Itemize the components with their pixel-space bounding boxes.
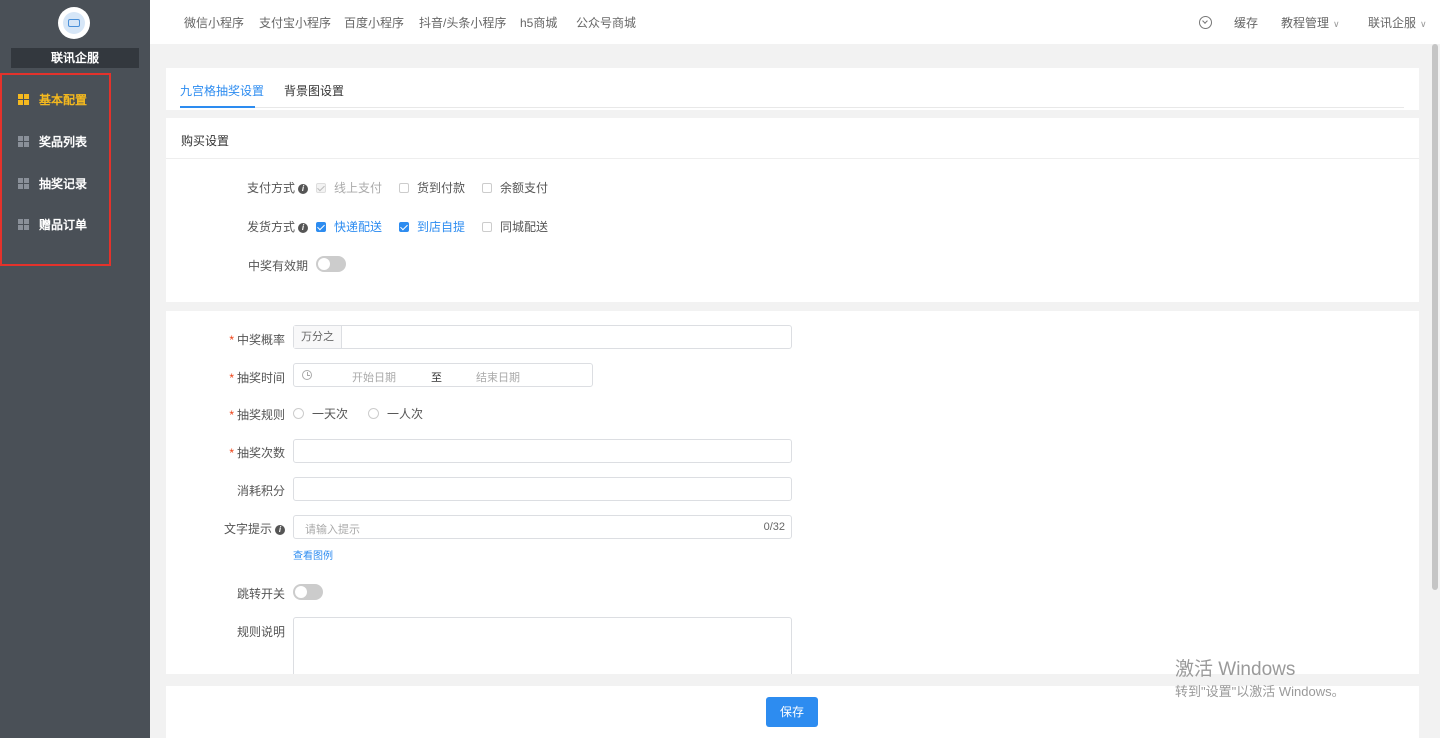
validity-label: 中奖有效期	[247, 259, 308, 273]
grid-icon	[18, 135, 29, 147]
checkbox-label: 线上支付	[334, 181, 383, 195]
hint-text: 文字提示	[223, 522, 272, 536]
nav-alipay-miniprogram[interactable]: 支付宝小程序	[259, 14, 331, 31]
sidebar-item-label: 抽奖记录	[39, 176, 88, 191]
payment-method-text: 支付方式	[246, 181, 295, 195]
grid-icon	[18, 218, 29, 230]
info-icon: i	[298, 183, 308, 194]
draw-times-label: * 抽奖次数	[229, 446, 285, 460]
tabs-card: 九宫格抽奖设置 背景图设置	[166, 68, 1419, 110]
draw-time-range-picker[interactable]: 开始日期 至 结束日期	[293, 363, 593, 387]
sidebar: 联讯企服 基本配置 奖品列表 抽奖记录 赠品订单	[0, 0, 150, 738]
grid-icon	[18, 177, 29, 189]
payment-method-label: 支付方式 i	[247, 179, 308, 196]
tab-grid-lottery-settings[interactable]: 九宫格抽奖设置	[180, 82, 264, 99]
brand-logo	[58, 7, 90, 39]
chevron-down-icon: ∨	[1333, 19, 1340, 29]
payment-cod-checkbox[interactable]: 货到付款	[399, 179, 465, 196]
sidebar-item-draw-records[interactable]: 抽奖记录	[18, 173, 87, 193]
rule-per-day-radio[interactable]: 一天次	[293, 405, 348, 422]
nav-official-account-mall[interactable]: 公众号商城	[576, 14, 636, 31]
nav-wechat-miniprogram[interactable]: 微信小程序	[184, 14, 244, 31]
draw-time-text: 抽奖时间	[236, 371, 285, 385]
grid-icon	[18, 93, 29, 105]
tab-background-settings[interactable]: 背景图设置	[284, 82, 344, 99]
sidebar-item-label: 基本配置	[39, 92, 88, 107]
section-title: 购买设置	[181, 134, 230, 148]
draw-rule-label: * 抽奖规则	[229, 408, 285, 422]
end-date-placeholder: 结束日期	[476, 372, 520, 384]
purchase-settings-card: 购买设置 支付方式 i 线上支付 货到付款 余额支付 发货方式 i 快递配送 到店自…	[166, 118, 1419, 302]
chevron-down-icon: ∨	[1420, 19, 1427, 29]
hint-char-count: 0/32	[763, 521, 785, 533]
rule-description-textarea[interactable]	[293, 617, 792, 674]
divider	[166, 158, 1419, 159]
jump-toggle[interactable]	[293, 584, 323, 600]
range-separator: 至	[431, 372, 442, 384]
sidebar-item-label: 奖品列表	[39, 134, 88, 149]
radio-label: 一天次	[312, 407, 349, 421]
points-input[interactable]	[293, 477, 792, 501]
validity-toggle[interactable]	[316, 256, 346, 272]
payment-online-checkbox[interactable]: 线上支付	[316, 179, 382, 196]
checkbox-label: 到店自提	[417, 220, 466, 234]
start-date-placeholder: 开始日期	[352, 372, 396, 384]
nav-baidu-miniprogram[interactable]: 百度小程序	[344, 14, 404, 31]
activation-watermark-text: 转到"设置"以激活 Windows。	[1175, 684, 1345, 699]
sidebar-item-gift-orders[interactable]: 赠品订单	[18, 214, 87, 234]
checkbox-label: 货到付款	[417, 181, 466, 195]
jump-switch-label: 跳转开关	[236, 587, 285, 601]
tab-divider	[180, 107, 1404, 108]
scrollbar-thumb[interactable]	[1432, 44, 1438, 590]
save-button[interactable]: 保存	[766, 697, 818, 727]
lottery-form-card: * 中奖概率 万分之 * 抽奖时间 开始日期 至 结束日期 * 抽奖规则 一天次 一人…	[166, 311, 1419, 674]
hint-input[interactable]: 请输入提示 0/32	[293, 515, 792, 539]
activation-watermark-title: 激活 Windows	[1175, 659, 1296, 680]
sidebar-item-label: 赠品订单	[39, 217, 88, 232]
probability-label: * 中奖概率	[229, 333, 285, 347]
user-name: 联讯企服	[1368, 16, 1417, 30]
draw-times-text: 抽奖次数	[236, 446, 285, 460]
rule-description-label: 规则说明	[236, 625, 285, 639]
probability-text: 中奖概率	[236, 333, 285, 347]
clock-icon	[302, 370, 312, 380]
delivery-pickup-checkbox[interactable]: 到店自提	[399, 218, 465, 235]
checkbox-label: 同城配送	[500, 220, 549, 234]
rule-per-person-radio[interactable]: 一人次	[368, 405, 423, 422]
brand-name: 联讯企服	[11, 48, 139, 68]
nav-h5-mall[interactable]: h5商城	[520, 14, 557, 31]
draw-time-label: * 抽奖时间	[229, 371, 285, 385]
draw-times-input[interactable]	[293, 439, 792, 463]
probability-input[interactable]: 万分之	[293, 325, 792, 349]
delivery-method-text: 发货方式	[246, 220, 295, 234]
info-icon: i	[298, 222, 308, 233]
view-example-link[interactable]: 查看图例	[293, 547, 333, 562]
delivery-local-checkbox[interactable]: 同城配送	[482, 218, 548, 235]
top-navbar: 微信小程序 支付宝小程序 百度小程序 抖音/头条小程序 h5商城 公众号商城 缓…	[150, 0, 1440, 44]
active-tab-indicator	[180, 106, 255, 108]
sidebar-item-prize-list[interactable]: 奖品列表	[18, 131, 87, 151]
hint-placeholder: 请输入提示	[305, 524, 360, 536]
radio-label: 一人次	[387, 407, 424, 421]
delivery-method-label: 发货方式 i	[247, 218, 308, 235]
nav-douyin-miniprogram[interactable]: 抖音/头条小程序	[419, 14, 506, 31]
payment-balance-checkbox[interactable]: 余额支付	[482, 179, 548, 196]
points-label: 消耗积分	[236, 484, 285, 498]
download-icon[interactable]	[1199, 16, 1212, 29]
hint-label: 文字提示 i	[224, 520, 285, 537]
sidebar-item-basic-config[interactable]: 基本配置	[18, 89, 87, 109]
probability-addon: 万分之	[294, 326, 342, 348]
delivery-express-checkbox[interactable]: 快递配送	[316, 218, 382, 235]
checkbox-label: 余额支付	[500, 181, 549, 195]
draw-rule-text: 抽奖规则	[236, 408, 285, 422]
tutorial-menu[interactable]: 教程管理 ∨	[1281, 14, 1340, 31]
checkbox-label: 快递配送	[334, 220, 383, 234]
user-menu[interactable]: 联讯企服 ∨	[1368, 14, 1427, 31]
cache-link[interactable]: 缓存	[1234, 14, 1258, 31]
tutorial-label: 教程管理	[1281, 16, 1330, 30]
info-icon: i	[275, 524, 285, 535]
